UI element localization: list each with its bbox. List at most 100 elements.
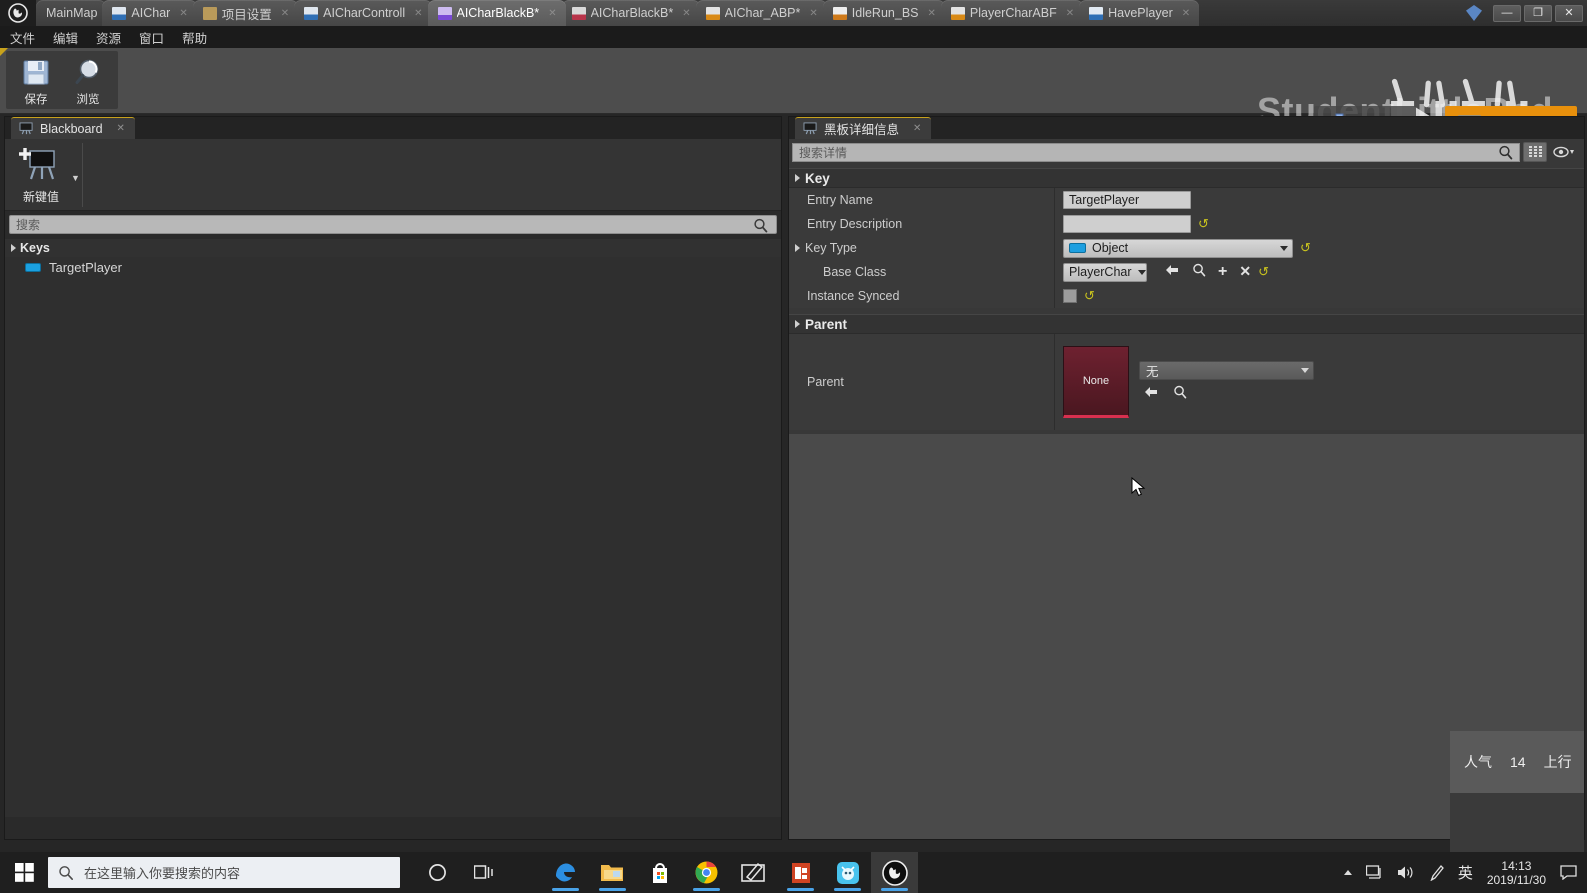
minimize-button[interactable]: — bbox=[1493, 4, 1521, 22]
ime-language-indicator[interactable]: 英 bbox=[1458, 862, 1473, 883]
text-input-entry-name[interactable]: TargetPlayer bbox=[1063, 191, 1191, 209]
keys-section-header[interactable]: Keys bbox=[5, 239, 781, 257]
menu-item-3[interactable]: 窗口 bbox=[139, 28, 164, 47]
close-icon[interactable]: ✕ bbox=[682, 8, 690, 19]
maximize-button[interactable]: ❐ bbox=[1524, 4, 1552, 22]
menu-item-1[interactable]: 编辑 bbox=[53, 28, 78, 47]
search-icon[interactable] bbox=[1498, 145, 1513, 160]
blackboard-details-panel: 黑板详细信息 ✕ 搜索详情 Key Entry Name TargetPlaye… bbox=[788, 116, 1585, 893]
key-type-swatch-icon bbox=[25, 263, 41, 272]
pen-icon[interactable] bbox=[1429, 864, 1444, 881]
browse-asset-icon[interactable] bbox=[1192, 263, 1206, 282]
edge-icon[interactable] bbox=[542, 852, 589, 893]
browse-button[interactable]: 浏览 bbox=[62, 54, 114, 107]
tab-blackboard-label: Blackboard bbox=[40, 121, 103, 136]
file-explorer-icon[interactable] bbox=[589, 852, 636, 893]
parent-asset-picker: 无 bbox=[1139, 360, 1314, 404]
chevron-down-icon[interactable]: ▼ bbox=[71, 173, 80, 183]
microsoft-store-icon[interactable] bbox=[636, 852, 683, 893]
close-icon[interactable]: ✕ bbox=[1066, 8, 1074, 19]
clock-time: 14:13 bbox=[1501, 858, 1532, 873]
settings-icon bbox=[202, 6, 217, 20]
close-icon[interactable]: ✕ bbox=[928, 8, 936, 19]
live-streaming-icon[interactable] bbox=[824, 852, 871, 893]
menu-item-2[interactable]: 资源 bbox=[96, 28, 121, 47]
document-tab-strip[interactable]: MainMap AIChar ✕ 项目设置 ✕ AICharControll ✕ AIChar… bbox=[36, 0, 1466, 26]
snipping-tool-icon[interactable] bbox=[730, 852, 777, 893]
reset-to-default-icon[interactable]: ↺ bbox=[1300, 240, 1311, 256]
document-tab-3[interactable]: AICharControll ✕ bbox=[294, 0, 432, 26]
tab-blackboard[interactable]: Blackboard ✕ bbox=[11, 117, 135, 139]
task-view-icon[interactable] bbox=[461, 852, 508, 893]
use-selected-asset-icon[interactable] bbox=[1143, 385, 1159, 404]
eye-visibility-icon[interactable] bbox=[1550, 142, 1580, 162]
reset-to-default-icon[interactable]: ↺ bbox=[1198, 216, 1209, 232]
taskbar-search-input[interactable]: 在这里输入你要搜索的内容 bbox=[48, 857, 400, 888]
uplink-label: 上行 bbox=[1543, 754, 1572, 770]
document-tab-6[interactable]: AIChar_ABP* ✕ bbox=[695, 0, 827, 26]
dropdown-base-class[interactable]: PlayerChar bbox=[1063, 262, 1147, 282]
reset-to-default-icon[interactable]: ↺ bbox=[1258, 264, 1269, 280]
taskbar-clock[interactable]: 14:13 2019/11/30 bbox=[1487, 859, 1546, 887]
close-icon[interactable]: ✕ bbox=[1182, 8, 1190, 19]
close-icon[interactable]: ✕ bbox=[117, 123, 125, 134]
blackboard-search-input[interactable]: 搜索 bbox=[9, 215, 777, 234]
document-tab-4[interactable]: AICharBlackB* ✕ bbox=[427, 0, 566, 26]
use-selected-asset-icon[interactable] bbox=[1164, 263, 1180, 282]
close-button[interactable]: ✕ bbox=[1555, 4, 1583, 22]
checkbox-instance-synced[interactable] bbox=[1063, 289, 1077, 303]
reset-to-default-icon[interactable]: ↺ bbox=[1084, 288, 1095, 304]
grid-view-icon[interactable] bbox=[1523, 142, 1547, 162]
close-icon[interactable]: ✕ bbox=[809, 8, 817, 19]
powerpoint-icon[interactable] bbox=[777, 852, 824, 893]
close-icon[interactable]: ✕ bbox=[414, 8, 422, 19]
expander-icon[interactable] bbox=[795, 244, 800, 252]
windows-start-icon[interactable] bbox=[0, 852, 48, 893]
expander-icon[interactable] bbox=[795, 320, 800, 328]
chrome-icon[interactable] bbox=[683, 852, 730, 893]
details-search-input[interactable]: 搜索详情 bbox=[792, 142, 1520, 162]
add-icon[interactable]: + bbox=[1218, 263, 1227, 281]
document-tab-label: MainMap bbox=[46, 6, 98, 20]
document-tab-9[interactable]: HavePlayer ✕ bbox=[1079, 0, 1200, 26]
expander-icon[interactable] bbox=[11, 244, 16, 252]
document-tab-2[interactable]: 项目设置 ✕ bbox=[192, 0, 299, 26]
section-header-parent[interactable]: Parent bbox=[789, 314, 1584, 334]
dropdown-key-type[interactable]: Object bbox=[1063, 238, 1293, 258]
menu-item-4[interactable]: 帮助 bbox=[182, 28, 207, 47]
menu-bar[interactable]: 文件 编辑 资源 窗口 帮助 bbox=[0, 26, 1587, 48]
keys-list[interactable]: TargetPlayer bbox=[5, 257, 781, 817]
asset-thumbnail[interactable]: None bbox=[1063, 346, 1129, 418]
chevron-up-icon[interactable] bbox=[1343, 870, 1352, 875]
volume-icon[interactable] bbox=[1397, 865, 1415, 880]
close-icon[interactable]: ✕ bbox=[179, 8, 187, 19]
taskbar-app-buttons[interactable] bbox=[542, 852, 918, 893]
notification-icon[interactable] bbox=[1560, 865, 1577, 880]
expander-icon[interactable] bbox=[795, 174, 800, 182]
close-icon[interactable]: ✕ bbox=[281, 8, 289, 19]
browse-asset-icon[interactable] bbox=[1173, 385, 1187, 404]
close-icon[interactable]: ✕ bbox=[548, 8, 556, 19]
new-key-button[interactable]: 新键值 bbox=[9, 144, 73, 205]
save-button[interactable]: 保存 bbox=[10, 54, 62, 107]
key-list-item[interactable]: TargetPlayer bbox=[5, 257, 781, 278]
close-icon[interactable]: ✕ bbox=[913, 123, 921, 134]
chevron-down-icon bbox=[1280, 245, 1288, 251]
blackboard-panel-tabrow: Blackboard ✕ bbox=[5, 117, 781, 139]
document-tab-1[interactable]: AIChar ✕ bbox=[102, 0, 197, 26]
menu-item-0[interactable]: 文件 bbox=[10, 28, 35, 47]
clear-icon[interactable]: ✕ bbox=[1239, 263, 1251, 281]
unreal-engine-icon[interactable] bbox=[871, 852, 918, 893]
tab-blackboard-details[interactable]: 黑板详细信息 ✕ bbox=[795, 117, 932, 139]
section-header-key[interactable]: Key bbox=[789, 168, 1584, 188]
dropdown-parent-asset[interactable]: 无 bbox=[1139, 360, 1314, 380]
document-tab-label: 项目设置 bbox=[221, 7, 272, 22]
document-tab-5[interactable]: AICharBlackB* ✕ bbox=[561, 0, 700, 26]
search-icon[interactable] bbox=[753, 218, 768, 233]
text-input-entry-description[interactable] bbox=[1063, 215, 1191, 233]
document-tab-7[interactable]: IdleRun_BS ✕ bbox=[822, 0, 945, 26]
cortana-icon[interactable] bbox=[414, 852, 461, 893]
document-tab-0[interactable]: MainMap bbox=[36, 0, 107, 26]
network-icon[interactable] bbox=[1365, 865, 1383, 880]
document-tab-8[interactable]: PlayerCharABF ✕ bbox=[940, 0, 1084, 26]
